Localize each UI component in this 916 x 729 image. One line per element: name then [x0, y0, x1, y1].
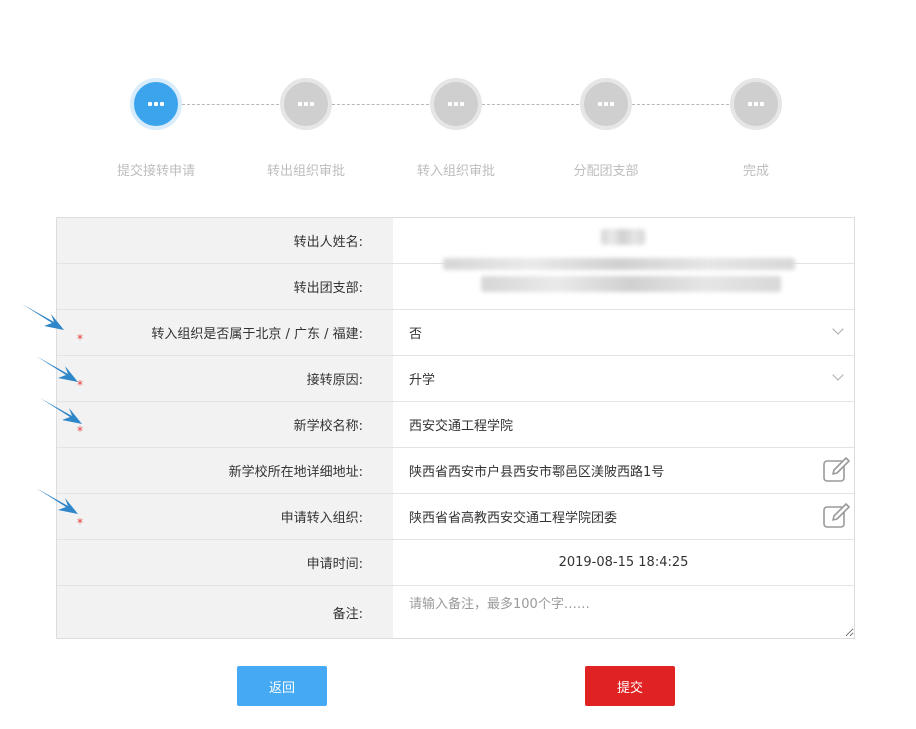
- remark-label: 备注:: [332, 606, 363, 622]
- reason-label: 接转原因:: [306, 373, 363, 388]
- back-button[interactable]: 返回: [237, 666, 327, 706]
- step-label: 提交接转申请: [116, 164, 195, 179]
- field-label: * 接转原因:: [57, 356, 393, 401]
- edit-icon[interactable]: [822, 456, 852, 484]
- field-label: 备注:: [57, 586, 393, 638]
- row-new-school: * 新学校名称: 西安交通工程学院: [57, 402, 854, 448]
- more-dots-icon: [598, 102, 614, 106]
- school-address-label: 新学校所在地详细地址:: [228, 465, 363, 480]
- row-apply-time: 申请时间: 2019-08-15 18:4:25: [57, 540, 854, 586]
- field-label: 新学校所在地详细地址:: [57, 448, 393, 493]
- field-label: * 转入组织是否属于北京 / 广东 / 福建:: [57, 310, 393, 355]
- step-circle: [430, 78, 482, 130]
- reason-select[interactable]: 升学: [393, 356, 854, 401]
- more-dots-icon: [748, 102, 764, 106]
- row-remark: 备注:: [57, 586, 854, 638]
- step-circle: [280, 78, 332, 130]
- field-label: * 申请转入组织:: [57, 494, 393, 539]
- step-circle-active: [130, 78, 182, 130]
- step-label: 转入组织审批: [416, 164, 495, 179]
- region-select[interactable]: 否: [393, 310, 854, 355]
- step-complete: 完成: [696, 78, 816, 179]
- step-label: 完成: [742, 164, 769, 179]
- submit-button[interactable]: 提交: [585, 666, 675, 706]
- redacted-branch-top: [443, 258, 795, 270]
- new-school-label: 新学校名称:: [293, 419, 363, 434]
- apply-time-label: 申请时间:: [306, 557, 363, 572]
- annotation-arrow-icon: [36, 356, 78, 382]
- transfer-name-label: 转出人姓名:: [293, 235, 363, 250]
- annotation-arrow-icon: [36, 488, 78, 514]
- step-circle: [580, 78, 632, 130]
- apply-time-field: 2019-08-15 18:4:25: [393, 540, 854, 585]
- school-address-field: 陕西省西安市户县西安市鄠邑区渼陂西路1号: [393, 448, 854, 493]
- progress-stepper: 提交接转申请 转出组织审批 转入组织审批 分配团支部 完成: [0, 0, 916, 190]
- required-mark: *: [77, 332, 83, 346]
- transfer-form: 转出人姓名: 转出团支部: * 转入组织是否属于北京 / 广东 / 福建: 否 …: [56, 217, 855, 639]
- more-dots-icon: [448, 102, 464, 106]
- row-target-org: * 申请转入组织: 陕西省省高教西安交通工程学院团委: [57, 494, 854, 540]
- edit-icon[interactable]: [822, 502, 852, 530]
- target-org-value: 陕西省省高教西安交通工程学院团委: [409, 511, 618, 526]
- field-label: 转出人姓名:: [57, 218, 393, 263]
- reason-select-value: 升学: [409, 373, 436, 388]
- redacted-name: [601, 229, 645, 245]
- redacted-branch: [481, 276, 781, 292]
- remark-textarea[interactable]: [409, 587, 854, 637]
- more-dots-icon: [298, 102, 314, 106]
- row-transfer-branch: 转出团支部:: [57, 258, 854, 310]
- remark-cell: [393, 586, 854, 638]
- field-label: 转出团支部:: [57, 264, 393, 309]
- row-reason[interactable]: * 接转原因: 升学: [57, 356, 854, 402]
- school-address-value: 陕西省西安市户县西安市鄠邑区渼陂西路1号: [409, 465, 665, 480]
- region-question-label: 转入组织是否属于北京 / 广东 / 福建:: [151, 327, 363, 342]
- field-label: 申请时间:: [57, 540, 393, 585]
- row-region-question[interactable]: * 转入组织是否属于北京 / 广东 / 福建: 否: [57, 310, 854, 356]
- more-dots-icon: [148, 102, 164, 106]
- apply-time-value: 2019-08-15 18:4:25: [558, 555, 689, 570]
- target-org-field: 陕西省省高教西安交通工程学院团委: [393, 494, 854, 539]
- chevron-down-icon[interactable]: [832, 369, 844, 381]
- step-label: 转出组织审批: [266, 164, 345, 179]
- chevron-down-icon[interactable]: [832, 323, 844, 335]
- new-school-value: 西安交通工程学院: [409, 419, 514, 434]
- step-incoming-approval: 转入组织审批: [396, 78, 516, 179]
- row-school-address: 新学校所在地详细地址: 陕西省西安市户县西安市鄠邑区渼陂西路1号: [57, 448, 854, 494]
- field-label: * 新学校名称:: [57, 402, 393, 447]
- region-select-value: 否: [409, 327, 423, 342]
- target-org-label: 申请转入组织:: [280, 511, 363, 526]
- step-submit-request: 提交接转申请: [96, 78, 216, 179]
- transfer-branch-value: [393, 258, 854, 309]
- step-label: 分配团支部: [573, 164, 639, 179]
- step-circle: [730, 78, 782, 130]
- step-outgoing-approval: 转出组织审批: [246, 78, 366, 179]
- step-assign-branch: 分配团支部: [546, 78, 666, 179]
- transfer-name-value: [393, 218, 854, 263]
- new-school-field[interactable]: 西安交通工程学院: [393, 402, 854, 447]
- annotation-arrow-icon: [40, 398, 82, 424]
- annotation-arrow-icon: [22, 304, 64, 330]
- transfer-branch-label: 转出团支部:: [293, 281, 363, 296]
